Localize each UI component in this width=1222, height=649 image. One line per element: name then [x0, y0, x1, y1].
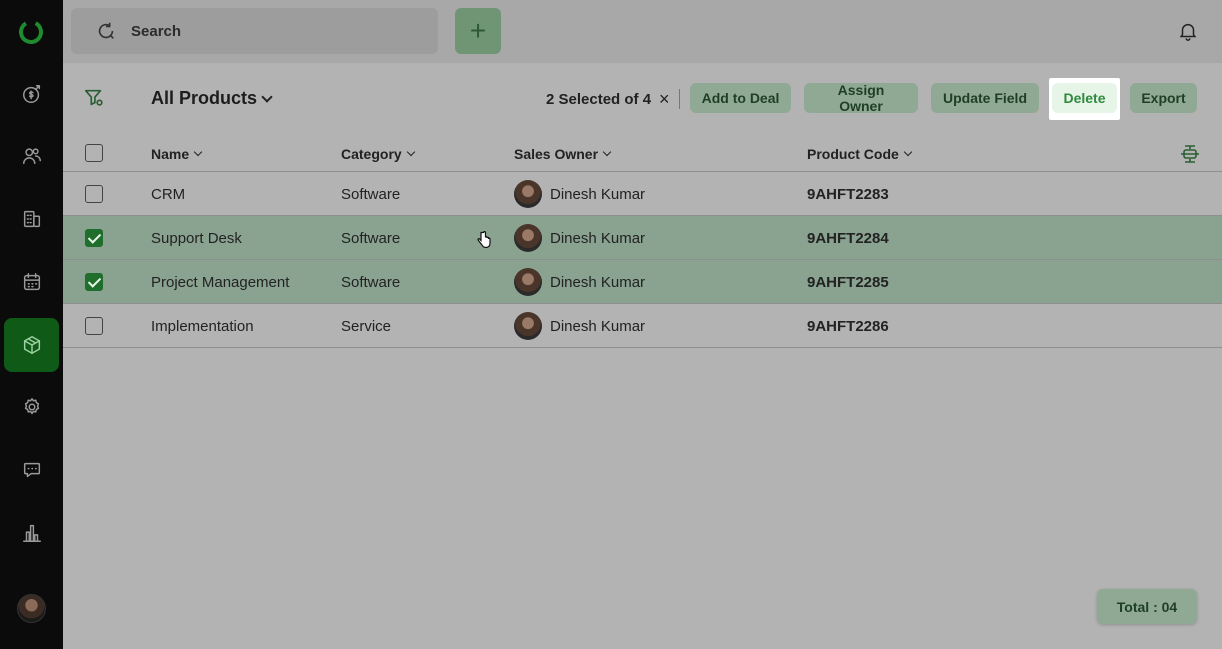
- table-row[interactable]: CRM Software Dinesh Kumar 9AHFT2283: [63, 172, 1222, 216]
- sidebar-item-settings[interactable]: [4, 380, 59, 434]
- sidebar-item-contacts[interactable]: [4, 129, 59, 183]
- update-field-button[interactable]: Update Field: [931, 83, 1039, 113]
- column-header-sales-owner[interactable]: Sales Owner: [514, 146, 612, 162]
- avatar: [514, 268, 542, 296]
- chevron-down-icon: [193, 147, 203, 157]
- sidebar-item-chat[interactable]: [4, 443, 59, 497]
- delete-button[interactable]: Delete: [1052, 83, 1117, 113]
- cell-sales-owner: Dinesh Kumar: [550, 186, 646, 203]
- sidebar-item-products[interactable]: [4, 318, 59, 372]
- column-settings-icon: [1181, 145, 1199, 163]
- sidebar-item-calendar[interactable]: [4, 255, 59, 309]
- selection-summary: 2 Selected of 4 ×: [546, 90, 670, 108]
- avatar: [514, 312, 542, 340]
- hand-cursor-icon: [476, 231, 492, 249]
- column-header-name[interactable]: Name: [151, 146, 203, 162]
- sidebar: [0, 0, 63, 649]
- cell-category: Software: [341, 186, 401, 203]
- cell-name[interactable]: Support Desk: [151, 230, 242, 247]
- deals-icon: [22, 85, 40, 103]
- row-checkbox[interactable]: [85, 185, 103, 203]
- chevron-down-icon: [602, 147, 612, 157]
- column-header-product-code[interactable]: Product Code: [807, 146, 913, 162]
- avatar: [514, 180, 542, 208]
- selection-count: 2 Selected of 4: [546, 90, 652, 108]
- total-count-badge: Total : 04: [1097, 589, 1197, 624]
- chevron-down-icon: [903, 147, 913, 157]
- cell-sales-owner: Dinesh Kumar: [550, 274, 646, 291]
- search-icon: [98, 22, 114, 39]
- column-settings-button[interactable]: [1179, 144, 1201, 164]
- products-icon: [23, 336, 40, 354]
- calendar-icon: [23, 273, 40, 291]
- clear-selection-icon[interactable]: ×: [659, 90, 670, 108]
- table-row[interactable]: Implementation Service Dinesh Kumar 9AHF…: [63, 304, 1222, 348]
- reports-icon: [22, 524, 41, 542]
- products-table: Name Category Sales Owner Product Code C…: [63, 135, 1222, 348]
- cell-name[interactable]: CRM: [151, 186, 185, 203]
- filter-icon: [84, 89, 103, 106]
- view-title: All Products: [151, 88, 258, 108]
- sidebar-item-companies[interactable]: [4, 192, 59, 246]
- topbar: Search +: [63, 0, 1222, 63]
- search-placeholder: Search: [131, 22, 182, 40]
- chat-icon: [23, 462, 40, 478]
- settings-icon: [24, 398, 39, 415]
- cell-product-code: 9AHFT2285: [807, 274, 889, 291]
- bell-icon: [1179, 23, 1197, 41]
- sidebar-item-reports[interactable]: [4, 506, 59, 560]
- divider: [679, 89, 680, 109]
- avatar: [514, 224, 542, 252]
- column-header-category[interactable]: Category: [341, 146, 415, 162]
- cell-sales-owner: Dinesh Kumar: [550, 318, 646, 335]
- export-button[interactable]: Export: [1130, 83, 1197, 113]
- cell-product-code: 9AHFT2284: [807, 230, 889, 247]
- add-button[interactable]: +: [455, 8, 501, 54]
- search-input[interactable]: Search: [71, 8, 438, 54]
- cell-sales-owner: Dinesh Kumar: [550, 230, 646, 247]
- table-row[interactable]: Support Desk Software Dinesh Kumar 9AHFT…: [63, 216, 1222, 260]
- select-all-checkbox[interactable]: [85, 144, 103, 162]
- logo-icon[interactable]: [17, 18, 45, 46]
- view-selector[interactable]: All Products: [151, 88, 273, 109]
- row-checkbox[interactable]: [85, 229, 103, 247]
- row-checkbox[interactable]: [85, 317, 103, 335]
- row-checkbox[interactable]: [85, 273, 103, 291]
- contacts-icon: [22, 148, 41, 165]
- main-content: All Products 2 Selected of 4 × Add to De…: [63, 63, 1222, 649]
- table-row[interactable]: Project Management Software Dinesh Kumar…: [63, 260, 1222, 304]
- sidebar-item-deals[interactable]: [4, 67, 59, 121]
- user-avatar[interactable]: [17, 594, 46, 623]
- cell-category: Software: [341, 274, 401, 291]
- cell-name[interactable]: Project Management: [151, 274, 289, 291]
- companies-icon: [23, 210, 40, 228]
- cell-name[interactable]: Implementation: [151, 318, 254, 335]
- table-header: Name Category Sales Owner Product Code: [63, 135, 1222, 172]
- chevron-down-icon: [406, 147, 415, 157]
- plus-icon: +: [469, 15, 487, 46]
- chevron-down-icon: [261, 90, 273, 103]
- notification-bell[interactable]: [1177, 20, 1199, 42]
- cell-product-code: 9AHFT2286: [807, 318, 889, 335]
- add-to-deal-button[interactable]: Add to Deal: [690, 83, 791, 113]
- cell-category: Software: [341, 230, 401, 247]
- cell-category: Service: [341, 318, 392, 335]
- cell-product-code: 9AHFT2283: [807, 186, 889, 203]
- assign-owner-button[interactable]: Assign Owner: [804, 82, 918, 114]
- filter-button[interactable]: [83, 87, 105, 109]
